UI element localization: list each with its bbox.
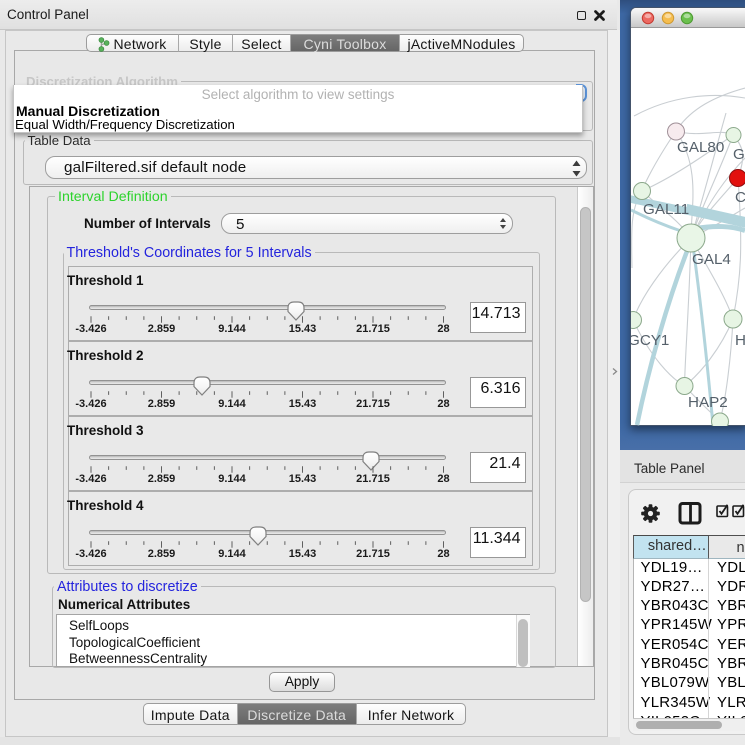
svg-text:HAP2: HAP2 — [688, 394, 728, 411]
svg-text:GCY1: GCY1 — [631, 332, 669, 349]
svg-text:GAL11: GAL11 — [643, 201, 689, 218]
svg-text:GAL80: GAL80 — [677, 139, 724, 156]
svg-text:GA: GA — [733, 146, 745, 163]
svg-text:C: C — [735, 189, 745, 206]
svg-text:GAL4: GAL4 — [692, 251, 731, 268]
svg-text:H: H — [735, 332, 745, 349]
